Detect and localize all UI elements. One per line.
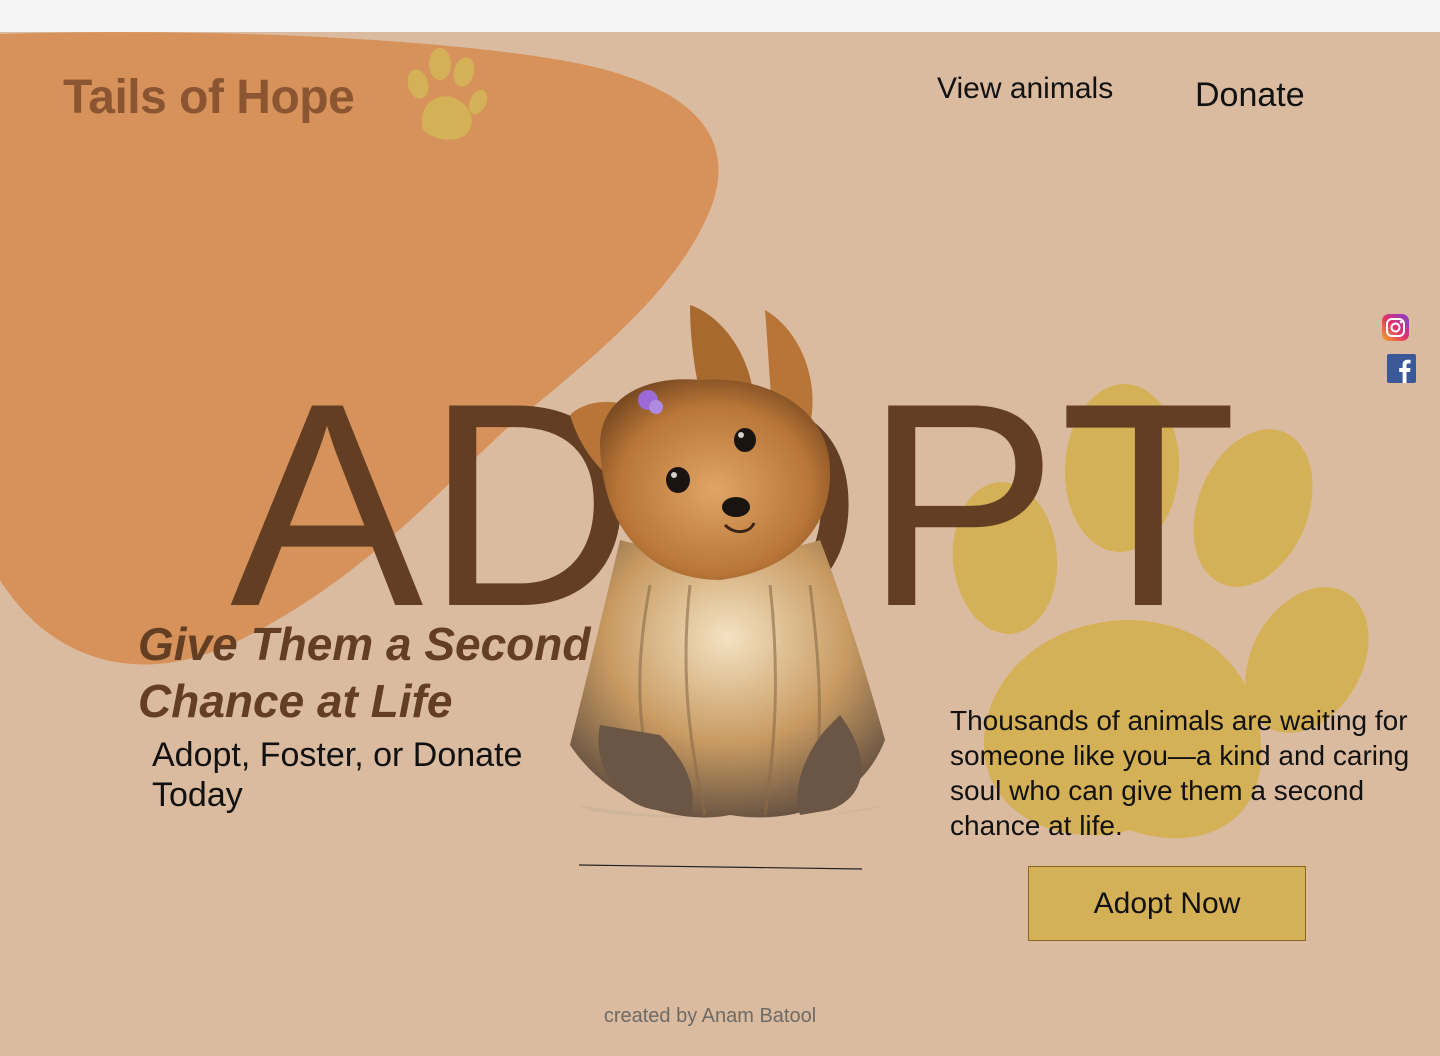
yorkshire-terrier-image xyxy=(570,305,885,819)
nav-view-animals-link[interactable]: View animals xyxy=(937,72,1113,106)
paw-logo-icon xyxy=(407,48,488,140)
adopt-now-button[interactable]: Adopt Now xyxy=(1028,866,1306,941)
facebook-icon[interactable] xyxy=(1387,354,1416,383)
creator-credit: created by Anam Batool xyxy=(603,1005,817,1027)
site-logo-text[interactable]: Tails of Hope xyxy=(63,70,355,125)
hero-headline: Give Them a Second Chance at Life xyxy=(138,618,591,727)
nav-donate-link[interactable]: Donate xyxy=(1195,76,1305,115)
hero-description: Thousands of animals are waiting for som… xyxy=(950,705,1410,841)
hero-subheadline: Adopt, Foster, or Donate Today xyxy=(152,736,523,814)
instagram-icon[interactable] xyxy=(1382,314,1409,341)
ground-line-divider xyxy=(578,864,863,870)
